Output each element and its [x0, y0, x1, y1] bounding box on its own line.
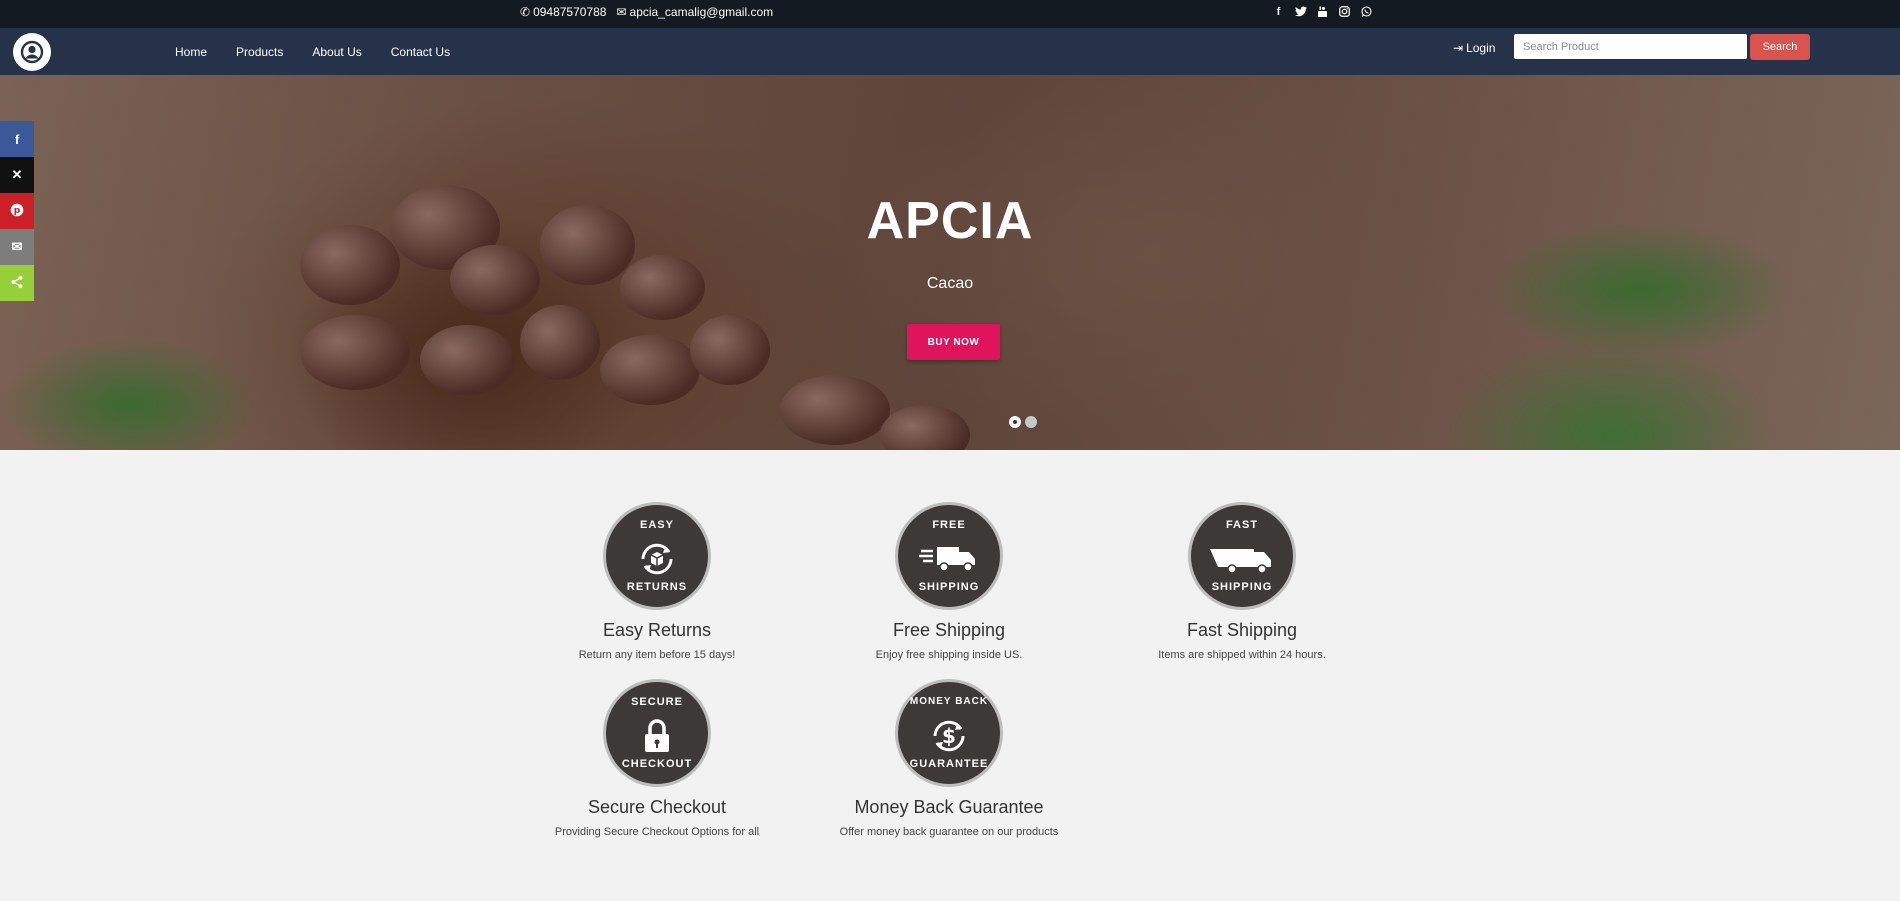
phone-icon: ✆	[520, 5, 531, 19]
share-bar: f ✕ p ✉	[0, 121, 34, 301]
login-label: Login	[1466, 41, 1496, 55]
feature-secure-checkout: SECURE CHECKOUT Secure Checkout Providin…	[527, 679, 787, 838]
login-link[interactable]: ⇥ Login	[1453, 41, 1495, 55]
email-contact[interactable]: ✉ apcia_camalig@gmail.com	[616, 5, 773, 19]
feature-title: Free Shipping	[892, 620, 1006, 640]
share-icon	[10, 275, 24, 292]
svg-text:p: p	[14, 206, 21, 216]
email-icon: ✉	[11, 239, 23, 254]
padlock-icon	[606, 716, 708, 756]
money-back-badge: MONEY BACK $ GUARANTEE	[895, 679, 1003, 787]
feature-description: Enjoy free shipping inside US.	[875, 649, 1023, 661]
buy-now-button[interactable]: BUY NOW	[907, 324, 1000, 360]
returns-box-icon	[606, 539, 708, 579]
badge-bottom-text: CHECKOUT	[621, 758, 693, 770]
instagram-icon[interactable]	[1338, 5, 1351, 18]
sign-in-icon: ⇥	[1453, 41, 1464, 55]
carousel-dot-1[interactable]	[1009, 416, 1021, 428]
facebook-icon[interactable]: f	[1272, 5, 1285, 18]
twitter-icon[interactable]	[1294, 5, 1307, 18]
fast-truck-icon	[1191, 539, 1293, 579]
badge-top-text: SECURE	[631, 696, 683, 708]
feature-fast-shipping: FAST SHIPPING Fast Shipping Items are sh…	[1112, 502, 1372, 661]
feature-money-back: MONEY BACK $ GUARANTEE Money Back Guaran…	[819, 679, 1079, 838]
badge-bottom-text: RETURNS	[626, 581, 688, 593]
youtube-icon[interactable]	[1316, 5, 1329, 18]
carousel-dot-2[interactable]	[1025, 416, 1037, 428]
badge-top-text: MONEY BACK	[909, 696, 989, 707]
feature-description: Items are shipped within 24 hours.	[1158, 649, 1326, 661]
badge-top-text: FREE	[932, 519, 966, 531]
x-icon: ✕	[11, 167, 23, 182]
search-input[interactable]	[1514, 34, 1747, 59]
badge-top-text: FAST	[1225, 519, 1259, 531]
pinterest-icon: p	[10, 203, 24, 220]
hero-title: APCIA	[866, 192, 1034, 250]
nav-about-us[interactable]: About Us	[312, 45, 361, 59]
feature-title: Easy Returns	[602, 620, 712, 640]
more-share-button[interactable]	[0, 265, 34, 301]
email-share-button[interactable]: ✉	[0, 229, 34, 265]
hero-subtitle: Cacao	[926, 275, 974, 292]
email-address: apcia_camalig@gmail.com	[629, 5, 774, 19]
navbar: Home Products About Us Contact Us ⇥ Logi…	[0, 28, 1900, 75]
feature-description: Offer money back guarantee on our produc…	[839, 826, 1059, 838]
feature-title: Secure Checkout	[587, 797, 727, 817]
feature-easy-returns: EASY RETURNS Easy Returns Return any ite…	[527, 502, 787, 661]
nav-home[interactable]: Home	[175, 45, 207, 59]
svg-text:$: $	[942, 724, 956, 748]
site-logo[interactable]	[13, 33, 51, 71]
feature-description: Providing Secure Checkout Options for al…	[554, 826, 760, 838]
badge-bottom-text: GUARANTEE	[909, 758, 989, 770]
user-circle-icon	[20, 40, 44, 64]
social-links: f	[1272, 5, 1373, 18]
feature-free-shipping: FREE SHIPPING Free Shipping Enjoy free s…	[819, 502, 1079, 661]
phone-number: 09487570788	[533, 5, 607, 19]
badge-bottom-text: SHIPPING	[918, 581, 980, 593]
carousel-indicators	[1009, 416, 1037, 428]
main-nav: Home Products About Us Contact Us	[175, 45, 479, 59]
feature-title: Money Back Guarantee	[854, 797, 1044, 817]
search-button[interactable]: Search	[1750, 34, 1810, 60]
badge-top-text: EASY	[640, 519, 674, 531]
free-shipping-badge: FREE SHIPPING	[895, 502, 1003, 610]
delivery-truck-icon	[898, 539, 1000, 579]
facebook-share-button[interactable]: f	[0, 121, 34, 157]
contact-info: ✆ 09487570788 ✉ apcia_camalig@gmail.com	[520, 5, 773, 19]
badge-bottom-text: SHIPPING	[1211, 581, 1273, 593]
easy-returns-badge: EASY RETURNS	[603, 502, 711, 610]
feature-title: Fast Shipping	[1186, 620, 1298, 640]
secure-checkout-badge: SECURE CHECKOUT	[603, 679, 711, 787]
nav-contact-us[interactable]: Contact Us	[391, 45, 450, 59]
dollar-cycle-icon: $	[898, 716, 1000, 756]
nav-products[interactable]: Products	[236, 45, 283, 59]
hero-carousel: APCIA Cacao BUY NOW	[0, 75, 1900, 450]
pinterest-share-button[interactable]: p	[0, 193, 34, 229]
mail-icon: ✉	[616, 5, 627, 19]
top-bar: ✆ 09487570788 ✉ apcia_camalig@gmail.com …	[0, 0, 1900, 28]
facebook-icon: f	[14, 131, 20, 147]
whatsapp-icon[interactable]	[1360, 5, 1373, 18]
x-share-button[interactable]: ✕	[0, 157, 34, 193]
fast-shipping-badge: FAST SHIPPING	[1188, 502, 1296, 610]
phone-contact[interactable]: ✆ 09487570788	[520, 5, 606, 19]
feature-description: Return any item before 15 days!	[578, 649, 736, 661]
